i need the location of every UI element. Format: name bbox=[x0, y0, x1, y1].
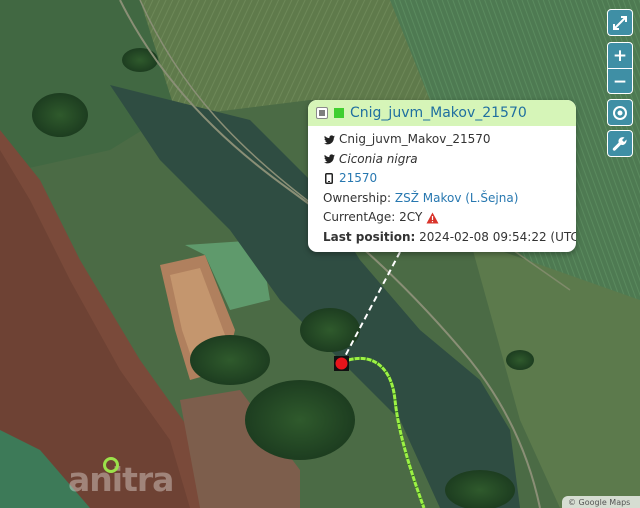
bird-icon bbox=[323, 135, 335, 145]
expand-arrows-icon bbox=[613, 15, 627, 30]
ownership-label: Ownership: bbox=[323, 190, 392, 205]
popup-header: Cnig_juvm_Makov_21570 bbox=[308, 100, 576, 126]
age-value: 2CY bbox=[399, 210, 423, 225]
zoom-control: + − bbox=[607, 42, 633, 94]
last-position-marker[interactable] bbox=[332, 354, 352, 374]
species-row: Ciconia nigra bbox=[323, 150, 576, 170]
device-id-link[interactable]: 21570 bbox=[339, 169, 377, 189]
visibility-checkbox[interactable] bbox=[316, 107, 328, 119]
last-position-value: 2024-02-08 09:54:22 (UTC) bbox=[419, 229, 576, 244]
anitra-logo: anitra bbox=[68, 460, 174, 499]
ownership-link[interactable]: ZSŽ Makov (L.Šejna) bbox=[395, 189, 519, 209]
wrench-icon bbox=[612, 136, 627, 151]
bird-icon bbox=[323, 154, 335, 164]
popup-title[interactable]: Cnig_juvm_Makov_21570 bbox=[350, 105, 527, 121]
animal-name: Cnig_juvm_Makov_21570 bbox=[339, 132, 491, 146]
ownership-row: Ownership: ZSŽ Makov (L.Šejna) bbox=[323, 189, 576, 209]
warning-icon bbox=[426, 212, 439, 224]
zoom-in-button[interactable]: + bbox=[608, 43, 632, 68]
map-view[interactable]: Cnig_juvm_Makov_21570 Cnig_juvm_Makov_21… bbox=[0, 0, 640, 508]
zoom-out-button[interactable]: − bbox=[608, 68, 632, 93]
tools-button[interactable] bbox=[607, 130, 633, 157]
device-row: 21570 bbox=[323, 169, 576, 189]
age-label: CurrentAge: bbox=[323, 210, 396, 225]
last-position-label: Last position: bbox=[323, 229, 416, 244]
locate-target-icon bbox=[613, 105, 627, 120]
locate-button[interactable] bbox=[607, 99, 633, 126]
last-position-row: Last position: 2024-02-08 09:54:22 (UTC) bbox=[323, 228, 576, 248]
animal-info-popup: Cnig_juvm_Makov_21570 Cnig_juvm_Makov_21… bbox=[308, 100, 576, 252]
fullscreen-button[interactable] bbox=[607, 9, 633, 36]
map-attribution[interactable]: © Google Maps bbox=[562, 496, 640, 508]
logo-pin-icon bbox=[103, 457, 119, 473]
species-name: Ciconia nigra bbox=[339, 151, 418, 166]
animal-name-row: Cnig_juvm_Makov_21570 bbox=[323, 130, 576, 150]
device-icon bbox=[323, 173, 335, 185]
track-color-swatch bbox=[334, 108, 344, 118]
gps-track bbox=[341, 356, 426, 508]
age-row: CurrentAge: 2CY bbox=[323, 208, 576, 228]
